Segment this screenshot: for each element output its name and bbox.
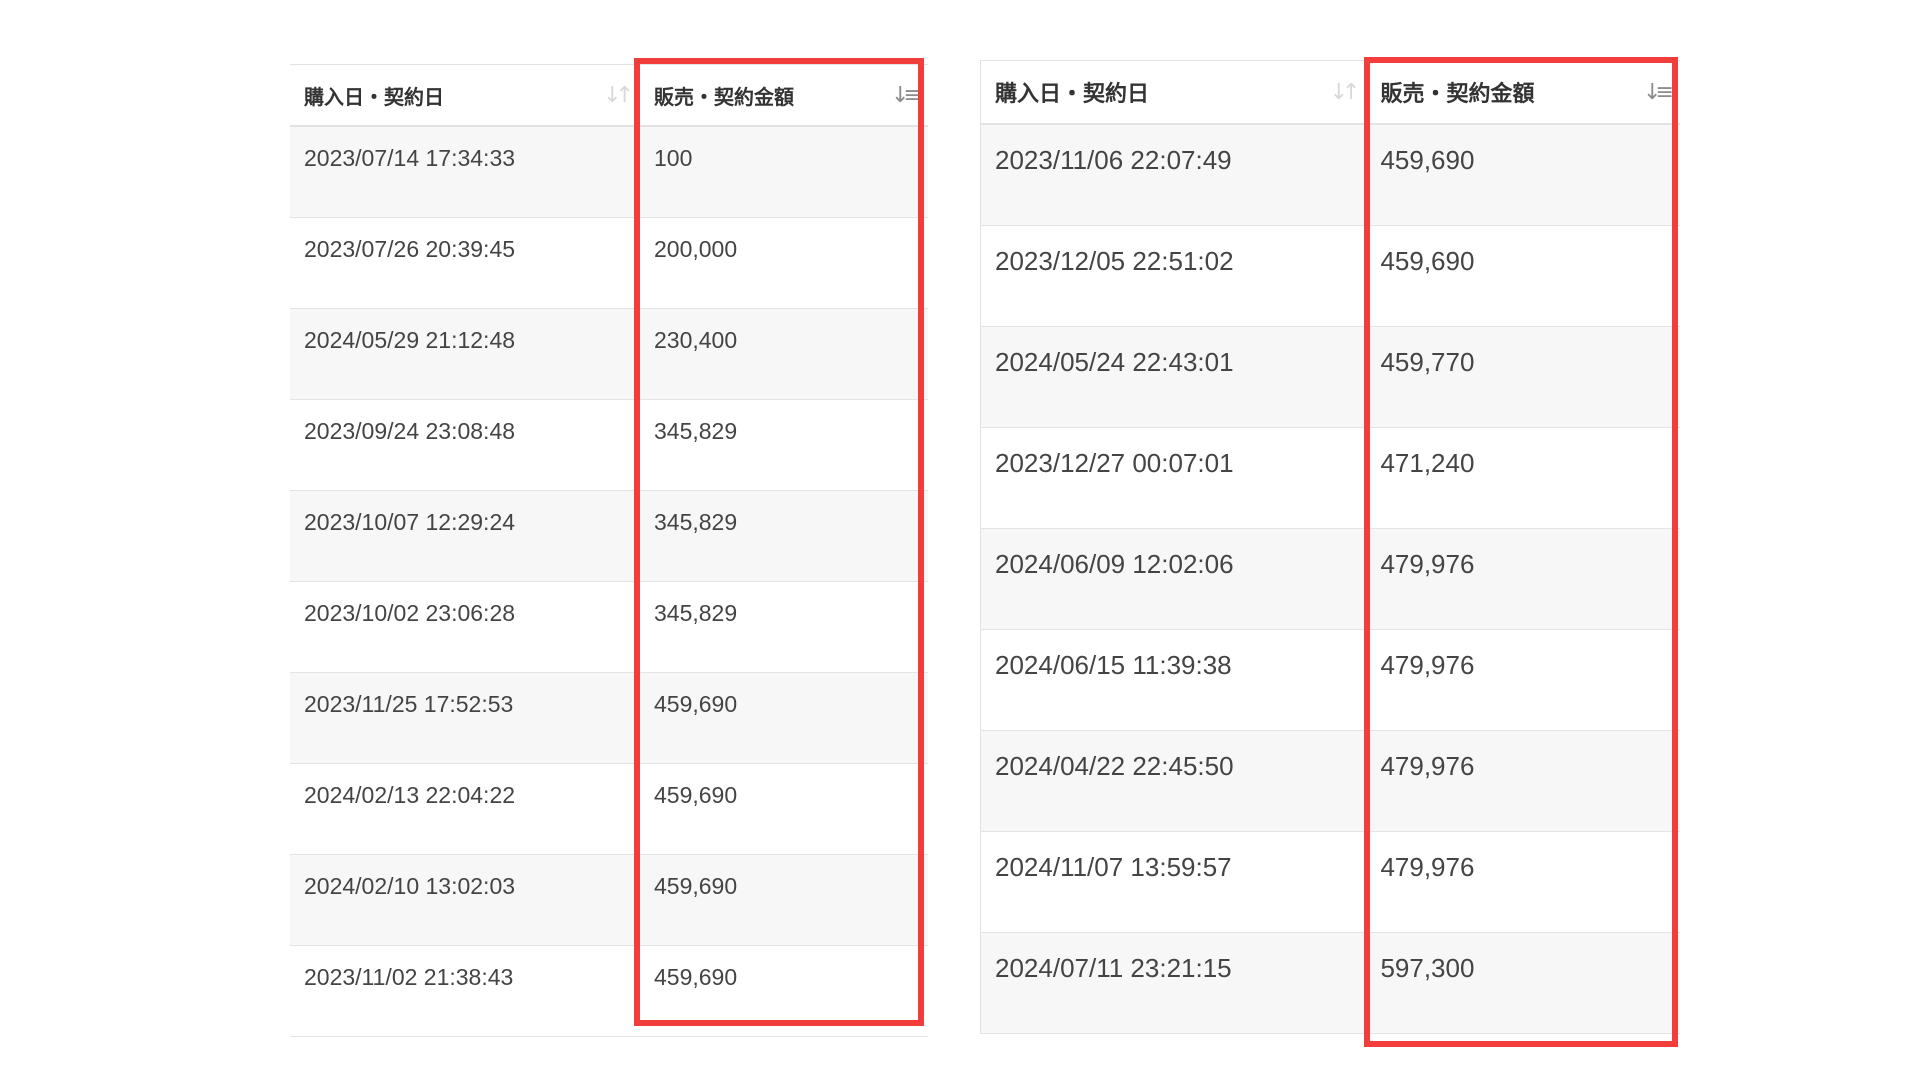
table-row[interactable]: 2024/11/07 13:59:57 479,976 <box>981 832 1680 933</box>
column-header-date[interactable]: 購入日・契約日 ↓↑ <box>290 65 640 125</box>
amount-cell: 459,770 <box>1380 347 1475 377</box>
date-cell: 2024/02/13 22:04:22 <box>304 782 516 808</box>
amount-cell: 345,829 <box>654 418 738 444</box>
table-row[interactable]: 2023/09/24 23:08:48 345,829 <box>290 400 928 491</box>
amount-cell: 459,690 <box>654 691 738 717</box>
table-row[interactable]: 2023/10/02 23:06:28 345,829 <box>290 582 928 673</box>
table-row[interactable]: 2023/11/06 22:07:49 459,690 <box>981 125 1680 226</box>
table-row[interactable]: 2023/07/26 20:39:45 200,000 <box>290 218 928 309</box>
column-header-label: 購入日・契約日 <box>995 82 1150 107</box>
amount-cell: 479,976 <box>1380 549 1475 579</box>
date-cell: 2023/12/27 00:07:01 <box>995 448 1234 478</box>
date-cell: 2024/04/22 22:45:50 <box>995 751 1234 781</box>
amount-cell: 459,690 <box>654 964 738 990</box>
amount-cell: 597,300 <box>1380 953 1475 983</box>
column-header-date[interactable]: 購入日・契約日 ↓↑ <box>981 61 1366 123</box>
table-row[interactable]: 2024/06/15 11:39:38 479,976 <box>981 630 1680 731</box>
sort-ascending-icon[interactable]: ↓≡ <box>891 83 922 108</box>
table-row[interactable]: 2023/11/25 17:52:53 459,690 <box>290 673 928 764</box>
table-row[interactable]: 2024/07/11 23:21:15 597,300 <box>981 933 1680 1034</box>
table-row[interactable]: 2023/12/27 00:07:01 471,240 <box>981 428 1680 529</box>
amount-cell: 479,976 <box>1380 852 1475 882</box>
date-cell: 2023/11/02 21:38:43 <box>304 964 514 990</box>
table-header: 購入日・契約日 ↓↑ 販売・契約金額 ↓≡ <box>290 64 928 127</box>
date-cell: 2024/11/07 13:59:57 <box>995 852 1232 882</box>
date-cell: 2023/11/06 22:07:49 <box>995 145 1232 175</box>
amount-cell: 459,690 <box>654 782 738 808</box>
date-cell: 2023/10/02 23:06:28 <box>304 600 516 626</box>
date-cell: 2024/06/09 12:02:06 <box>995 549 1234 579</box>
amount-cell: 345,829 <box>654 600 738 626</box>
table-row[interactable]: 2023/07/14 17:34:33 100 <box>290 127 928 218</box>
table-row[interactable]: 2024/04/22 22:45:50 479,976 <box>981 731 1680 832</box>
sort-ascending-icon[interactable]: ↓≡ <box>1643 80 1674 105</box>
table-row[interactable]: 2024/02/13 22:04:22 459,690 <box>290 764 928 855</box>
table-header: 購入日・契約日 ↓↑ 販売・契約金額 ↓≡ <box>981 60 1680 125</box>
amount-cell: 459,690 <box>1380 246 1475 276</box>
amount-cell: 459,690 <box>654 873 738 899</box>
date-cell: 2024/02/10 13:02:03 <box>304 873 516 899</box>
date-cell: 2024/06/15 11:39:38 <box>995 650 1232 680</box>
date-cell: 2023/11/25 17:52:53 <box>304 691 514 717</box>
table-row[interactable]: 2024/05/29 21:12:48 230,400 <box>290 309 928 400</box>
column-header-label: 販売・契約金額 <box>654 84 794 109</box>
sales-table-left: 購入日・契約日 ↓↑ 販売・契約金額 ↓≡ 2023/07/14 17:34:3… <box>290 64 928 1037</box>
table-row[interactable]: 2023/12/05 22:51:02 459,690 <box>981 226 1680 327</box>
amount-cell: 230,400 <box>654 327 738 353</box>
column-header-label: 購入日・契約日 <box>304 84 444 109</box>
sort-icon[interactable]: ↓↑ <box>603 83 634 108</box>
date-cell: 2023/10/07 12:29:24 <box>304 509 516 535</box>
table-body: 2023/07/14 17:34:33 100 2023/07/26 20:39:… <box>290 127 928 1037</box>
amount-cell: 100 <box>654 145 693 171</box>
column-header-label: 販売・契約金額 <box>1380 82 1535 107</box>
date-cell: 2024/05/24 22:43:01 <box>995 347 1234 377</box>
column-header-amount[interactable]: 販売・契約金額 ↓≡ <box>1366 61 1680 123</box>
date-cell: 2023/07/26 20:39:45 <box>304 236 516 262</box>
table-row[interactable]: 2023/10/07 12:29:24 345,829 <box>290 491 928 582</box>
amount-cell: 479,976 <box>1380 751 1475 781</box>
amount-cell: 459,690 <box>1380 145 1475 175</box>
amount-cell: 345,829 <box>654 509 738 535</box>
date-cell: 2023/12/05 22:51:02 <box>995 246 1234 276</box>
sort-icon[interactable]: ↓↑ <box>1330 80 1361 105</box>
column-header-amount[interactable]: 販売・契約金額 ↓≡ <box>640 65 928 125</box>
date-cell: 2023/09/24 23:08:48 <box>304 418 516 444</box>
amount-cell: 479,976 <box>1380 650 1475 680</box>
amount-cell: 471,240 <box>1380 448 1475 478</box>
date-cell: 2024/05/29 21:12:48 <box>304 327 516 353</box>
date-cell: 2024/07/11 23:21:15 <box>995 953 1232 983</box>
sales-table-right: 購入日・契約日 ↓↑ 販売・契約金額 ↓≡ 2023/11/06 22:07:4… <box>980 60 1680 1034</box>
table-row[interactable]: 2024/02/10 13:02:03 459,690 <box>290 855 928 946</box>
table-row[interactable]: 2024/06/09 12:02:06 479,976 <box>981 529 1680 630</box>
table-body: 2023/11/06 22:07:49 459,690 2023/12/05 22… <box>981 125 1680 1034</box>
table-row[interactable]: 2023/11/02 21:38:43 459,690 <box>290 946 928 1037</box>
table-row[interactable]: 2024/05/24 22:43:01 459,770 <box>981 327 1680 428</box>
date-cell: 2023/07/14 17:34:33 <box>304 145 516 171</box>
amount-cell: 200,000 <box>654 236 738 262</box>
